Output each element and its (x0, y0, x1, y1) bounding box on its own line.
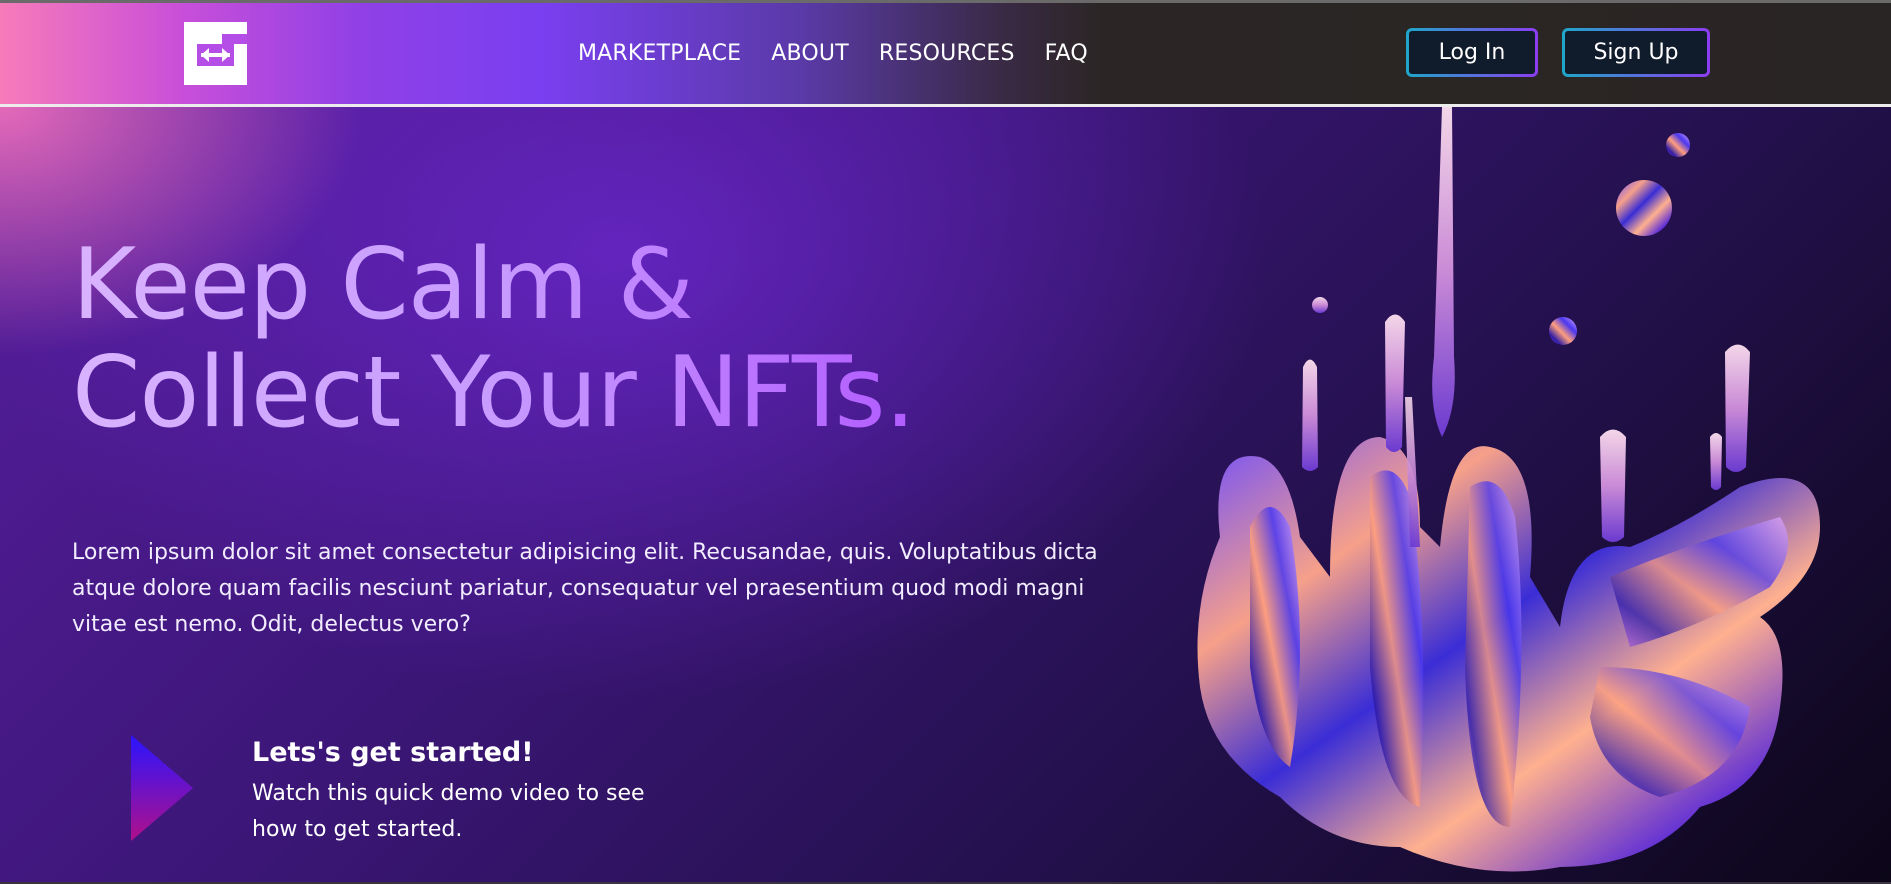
nav-about[interactable]: ABOUT (771, 43, 849, 65)
page: MARKETPLACE ABOUT RESOURCES FAQ Log In S… (0, 0, 1891, 884)
play-triangle-icon[interactable] (131, 735, 193, 841)
hero-headline-line-1: Keep Calm & (72, 228, 694, 342)
nav-faq[interactable]: FAQ (1045, 43, 1088, 65)
exchange-arrows-logo-icon[interactable] (184, 22, 247, 85)
cta-title: Lets's get started! (252, 737, 534, 768)
cta-subtitle: Watch this quick demo video to see how t… (252, 781, 645, 842)
hero-headline-line-2: Collect Your NFTs. (72, 336, 915, 450)
signup-button[interactable]: Sign Up (1562, 28, 1710, 77)
login-button[interactable]: Log In (1406, 28, 1538, 77)
site-header: MARKETPLACE ABOUT RESOURCES FAQ Log In S… (0, 3, 1891, 107)
hero-description: Lorem ipsum dolor sit amet consectetur a… (72, 540, 1098, 637)
liquid-chrome-splash-illustration (1197, 107, 1820, 872)
nav-resources[interactable]: RESOURCES (879, 43, 1015, 65)
hero-headline: Keep Calm & Collect Your NFTs. (72, 231, 915, 447)
main-nav: MARKETPLACE ABOUT RESOURCES FAQ (578, 43, 1118, 65)
nav-marketplace[interactable]: MARKETPLACE (578, 43, 741, 65)
